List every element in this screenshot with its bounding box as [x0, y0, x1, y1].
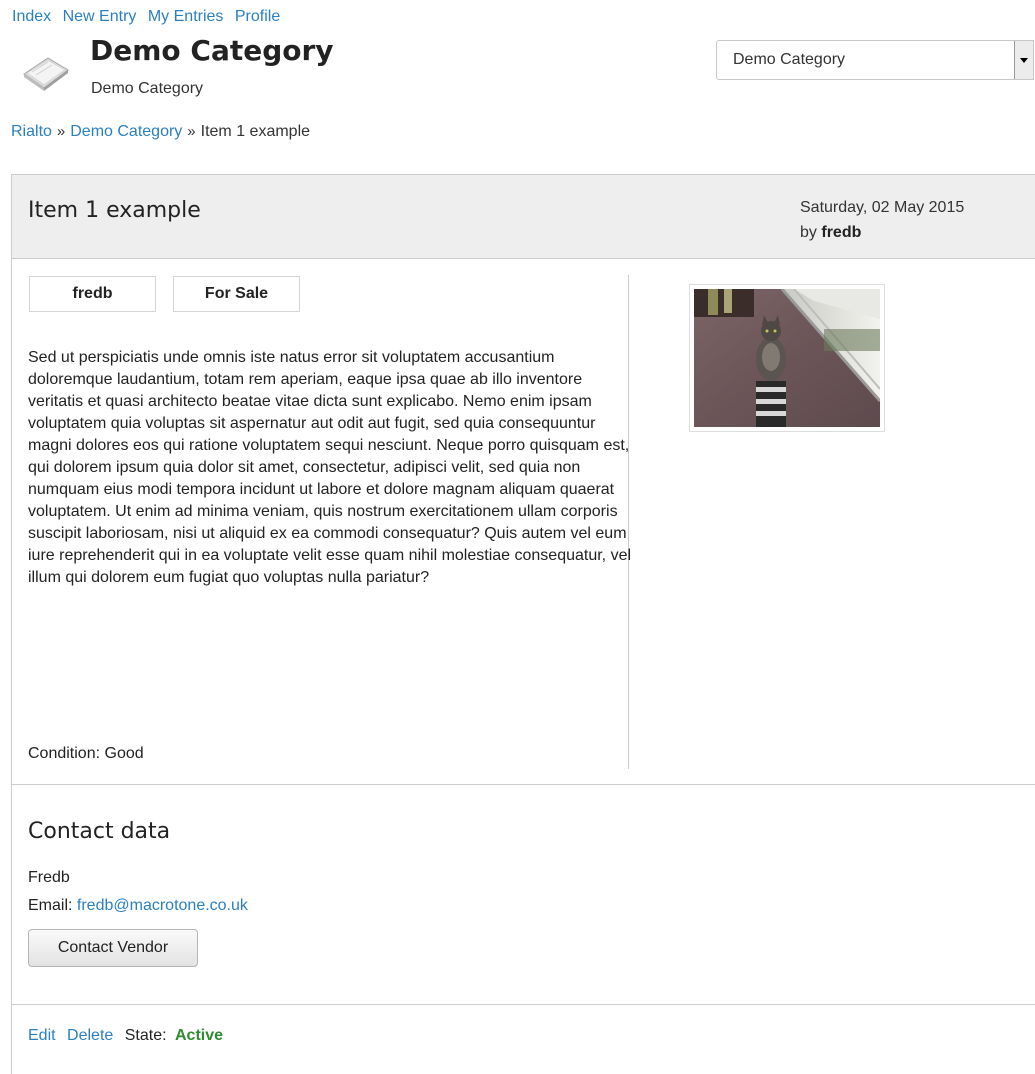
breadcrumb-category-link[interactable]: Demo Category: [70, 123, 182, 140]
email-link[interactable]: fredb@macrotone.co.uk: [77, 897, 248, 914]
breadcrumb-current: Item 1 example: [200, 123, 311, 140]
type-tag: For Sale: [173, 276, 300, 312]
item-date: Saturday, 02 May 2015: [800, 199, 965, 216]
cat-photo: [694, 289, 880, 427]
item-body: fredb For Sale Sed ut perspiciatis unde …: [12, 259, 1035, 785]
email-label: Email:: [28, 897, 73, 914]
breadcrumb: Rialto» Demo Category» Item 1 example: [11, 122, 310, 142]
item-by-prefix: by: [800, 224, 817, 241]
contact-vendor-button[interactable]: Contact Vendor: [28, 929, 198, 967]
category-description: Demo Category: [91, 80, 204, 97]
item-header: Item 1 example Saturday, 02 May 2015 by …: [12, 175, 1035, 259]
item-condition: Condition: Good: [28, 745, 144, 762]
item-author: fredb: [821, 224, 862, 241]
edit-link[interactable]: Edit: [28, 1027, 56, 1044]
nav-my-entries-link[interactable]: My Entries: [148, 8, 224, 25]
state-label: State:: [124, 1027, 167, 1044]
breadcrumb-separator: »: [187, 123, 196, 140]
item-photo[interactable]: [689, 284, 885, 432]
breadcrumb-home-link[interactable]: Rialto: [11, 123, 52, 140]
chevron-down-icon[interactable]: [1014, 41, 1033, 79]
item-panel: Item 1 example Saturday, 02 May 2015 by …: [11, 174, 1035, 1074]
page-title: Demo Category: [90, 34, 334, 67]
nav-new-entry-link[interactable]: New Entry: [63, 8, 137, 25]
nav-index-link[interactable]: Index: [12, 8, 51, 25]
state-value: Active: [175, 1027, 224, 1044]
item-actions: Edit Delete State: Active: [28, 1027, 223, 1045]
item-title: Item 1 example: [28, 198, 201, 223]
user-tag: fredb: [29, 276, 156, 312]
contact-title: Contact data: [28, 819, 171, 844]
breadcrumb-separator: »: [56, 123, 66, 140]
item-author-line: by fredb: [800, 220, 964, 245]
item-details: fredb For Sale Sed ut perspiciatis unde …: [28, 275, 632, 769]
contact-section: Contact data Fredb Email: fredb@macroton…: [12, 785, 1035, 1005]
nav-profile-link[interactable]: Profile: [235, 8, 280, 25]
contact-email-line: Email: fredb@macrotone.co.uk: [28, 897, 248, 915]
category-select[interactable]: Demo Category: [716, 40, 1034, 80]
book-icon: [18, 52, 72, 92]
category-select-value: Demo Category: [733, 51, 846, 68]
contact-name: Fredb: [28, 869, 70, 886]
item-meta: Saturday, 02 May 2015 by fredb: [800, 195, 964, 245]
top-nav: Index New Entry My Entries Profile: [12, 7, 287, 27]
delete-link[interactable]: Delete: [67, 1027, 113, 1044]
item-description: Sed ut perspiciatis unde omnis iste natu…: [28, 349, 632, 586]
